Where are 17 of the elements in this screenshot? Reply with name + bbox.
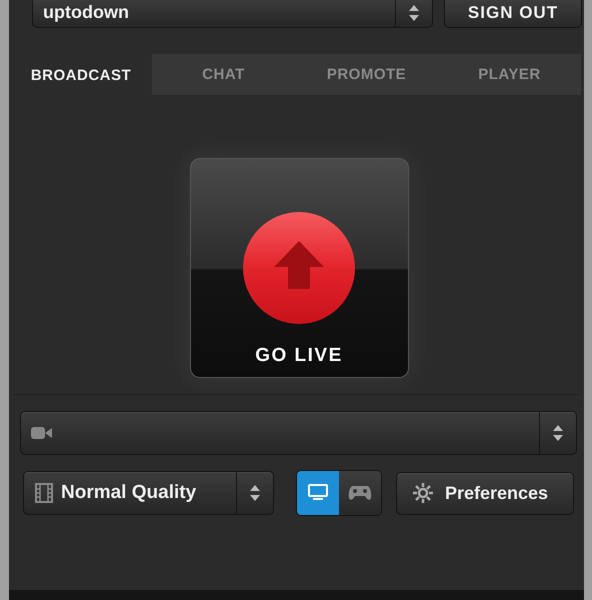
stepper-icon (408, 4, 420, 22)
account-dropdown[interactable]: uptodown (32, 0, 433, 28)
quality-dropdown[interactable]: Normal Quality (23, 471, 274, 515)
sign-out-button[interactable]: SIGN OUT (444, 0, 582, 28)
tab[interactable]: BROADCAST (10, 54, 152, 96)
camera-dropdown[interactable] (20, 411, 577, 455)
monitor-icon (307, 484, 329, 502)
stepper-icon (249, 484, 261, 502)
film-icon (35, 483, 53, 503)
gear-icon (413, 483, 433, 503)
stepper-icon (552, 424, 564, 442)
video-camera-icon (31, 426, 53, 440)
gamepad-icon (348, 485, 372, 501)
gamepad-toggle[interactable] (339, 471, 381, 515)
go-live-button[interactable]: GO LIVE (190, 158, 408, 378)
monitor-toggle[interactable] (297, 471, 339, 515)
preferences-button[interactable]: Preferences (396, 472, 574, 514)
